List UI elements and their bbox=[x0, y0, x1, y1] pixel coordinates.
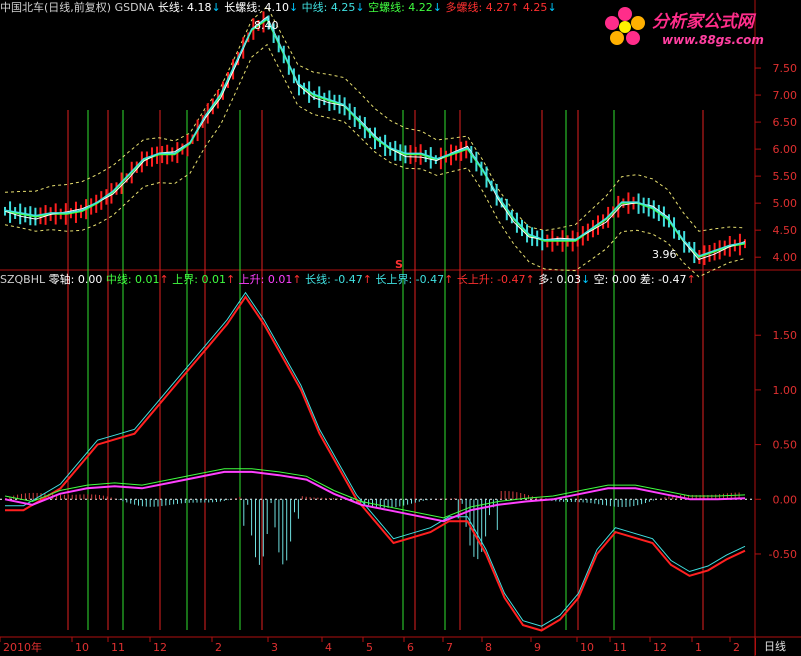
x-axis-label: 10 bbox=[580, 641, 594, 654]
lower-axis-label: -0.50 bbox=[769, 548, 797, 561]
lower-legend-item-14: 多: 0.03 bbox=[534, 273, 581, 286]
lower-legend-item-6: 上升: 0.01 bbox=[235, 273, 293, 286]
high-price-label: 8.40 bbox=[254, 19, 279, 32]
upper-axis-label: 4.50 bbox=[773, 224, 798, 237]
upper-axis-label: 6.50 bbox=[773, 116, 798, 129]
upper-axis-label: 7.00 bbox=[773, 89, 798, 102]
upper-legend-item-3: ↓ bbox=[211, 1, 221, 14]
x-axis-label: 12 bbox=[153, 641, 167, 654]
upper-axis-label: 6.00 bbox=[773, 143, 798, 156]
x-axis-label: 4 bbox=[325, 641, 332, 654]
upper-axis-label: 4.00 bbox=[773, 251, 798, 264]
lower-legend-item-0: SZQBHL bbox=[0, 273, 46, 286]
upper-legend-item-12: 4.25 bbox=[519, 1, 548, 14]
upper-legend: 中国北车(日线,前复权) GSDNA 长线: 4.18↓ 长螺线: 4.10↓ … bbox=[0, 1, 557, 15]
upper-legend-item-5: ↓ bbox=[288, 1, 299, 14]
logo-title: 分析家公式网 bbox=[652, 12, 754, 32]
x-axis-label: 7 bbox=[446, 641, 453, 654]
lower-legend-item-9: ↑ bbox=[362, 273, 372, 286]
lower-legend-item-2: 中线: 0.01 bbox=[102, 273, 160, 286]
upper-legend-item-6: 中线: 4.25 bbox=[298, 1, 356, 14]
lower-legend-item-3: ↑ bbox=[159, 273, 169, 286]
upper-legend-item-0: 中国北车(日线,前复权) bbox=[0, 1, 112, 14]
x-axis-label: 5 bbox=[366, 641, 373, 654]
x-axis-label: 2010年 bbox=[3, 640, 42, 654]
lower-band-line bbox=[4, 43, 746, 278]
lower-legend-item-13: ↑ bbox=[525, 273, 535, 286]
rise-line bbox=[4, 470, 746, 523]
lower-legend-item-4: 上界: 0.01 bbox=[168, 273, 226, 286]
upper-legend-item-7: ↓ bbox=[355, 1, 365, 14]
logo-url: www.88gs.com bbox=[662, 33, 764, 47]
upper-legend-item-8: 空螺线: 4.22 bbox=[364, 1, 433, 14]
upper-axis-label: 7.50 bbox=[773, 62, 798, 75]
x-axis-label: 9 bbox=[534, 641, 541, 654]
mid-line bbox=[4, 18, 746, 259]
lower-legend-item-7: ↑ bbox=[292, 273, 302, 286]
site-logo: 分析家公式网 www.88gs.com bbox=[600, 2, 800, 52]
lower-legend-item-11: ↑ bbox=[444, 273, 454, 286]
x-axis-label: 11 bbox=[613, 641, 627, 654]
lower-axis-label: 1.50 bbox=[773, 329, 798, 342]
lower-legend: SZQBHL 零轴: 0.00 中线: 0.01↑ 上界: 0.01↑ 上升: … bbox=[0, 273, 696, 287]
upper-legend-item-4: 长螺线: 4.10 bbox=[220, 1, 289, 14]
lower-axis-label: 1.00 bbox=[773, 384, 798, 397]
lower-legend-item-5: ↑ bbox=[225, 273, 236, 286]
x-axis-label: 8 bbox=[485, 641, 492, 654]
lower-legend-item-1: 零轴: 0.00 bbox=[45, 273, 103, 286]
x-axis-label: 11 bbox=[111, 641, 125, 654]
x-axis-label: 12 bbox=[653, 641, 667, 654]
lower-axis-label: 0.00 bbox=[773, 493, 798, 506]
x-axis-label: 6 bbox=[407, 641, 414, 654]
lower-legend-item-8: 长线: -0.47 bbox=[301, 273, 363, 286]
upper-legend-item-9: ↓ bbox=[432, 1, 443, 14]
lower-legend-item-17: 差: -0.47 bbox=[636, 273, 687, 286]
upper-axis-label: 5.50 bbox=[773, 170, 798, 183]
upper-legend-item-1: GSDNA bbox=[111, 1, 155, 14]
lower-legend-item-15: ↓ bbox=[580, 273, 591, 286]
x-axis-label: 2 bbox=[215, 641, 222, 654]
upper-legend-item-13: ↓ bbox=[547, 1, 557, 14]
low-price-label: 3.96 bbox=[652, 248, 677, 261]
x-axis-label: 2 bbox=[733, 641, 740, 654]
period-button[interactable]: 日线 bbox=[755, 638, 801, 655]
lower-axis-label: 0.50 bbox=[773, 439, 798, 452]
x-axis-label: 3 bbox=[271, 641, 278, 654]
lower-legend-item-12: 长上升: -0.47 bbox=[453, 273, 526, 286]
signal-marker: S bbox=[395, 258, 403, 271]
lower-legend-item-18: ↑ bbox=[686, 273, 696, 286]
upper-legend-item-2: 长线: 4.18 bbox=[154, 1, 212, 14]
x-axis-label: 1 bbox=[695, 641, 702, 654]
flower-icon bbox=[605, 7, 645, 45]
upper-axis-label: 5.00 bbox=[773, 197, 798, 210]
mid-line-lower bbox=[4, 468, 746, 519]
lower-legend-item-16: 空: 0.00 bbox=[590, 273, 637, 286]
long-rise-line bbox=[5, 295, 746, 632]
cyan-line bbox=[4, 17, 746, 257]
long-bound-line bbox=[5, 291, 746, 627]
x-axis-label: 10 bbox=[75, 641, 89, 654]
upper-legend-item-10: 多螺线: 4.27 bbox=[442, 1, 511, 14]
stock-chart[interactable]: 7.50 7.00 6.50 6.00 5.50 5.00 4.50 4.00 1.50 1.00… bbox=[0, 0, 801, 656]
lower-legend-item-10: 长上界: -0.47 bbox=[371, 273, 445, 286]
